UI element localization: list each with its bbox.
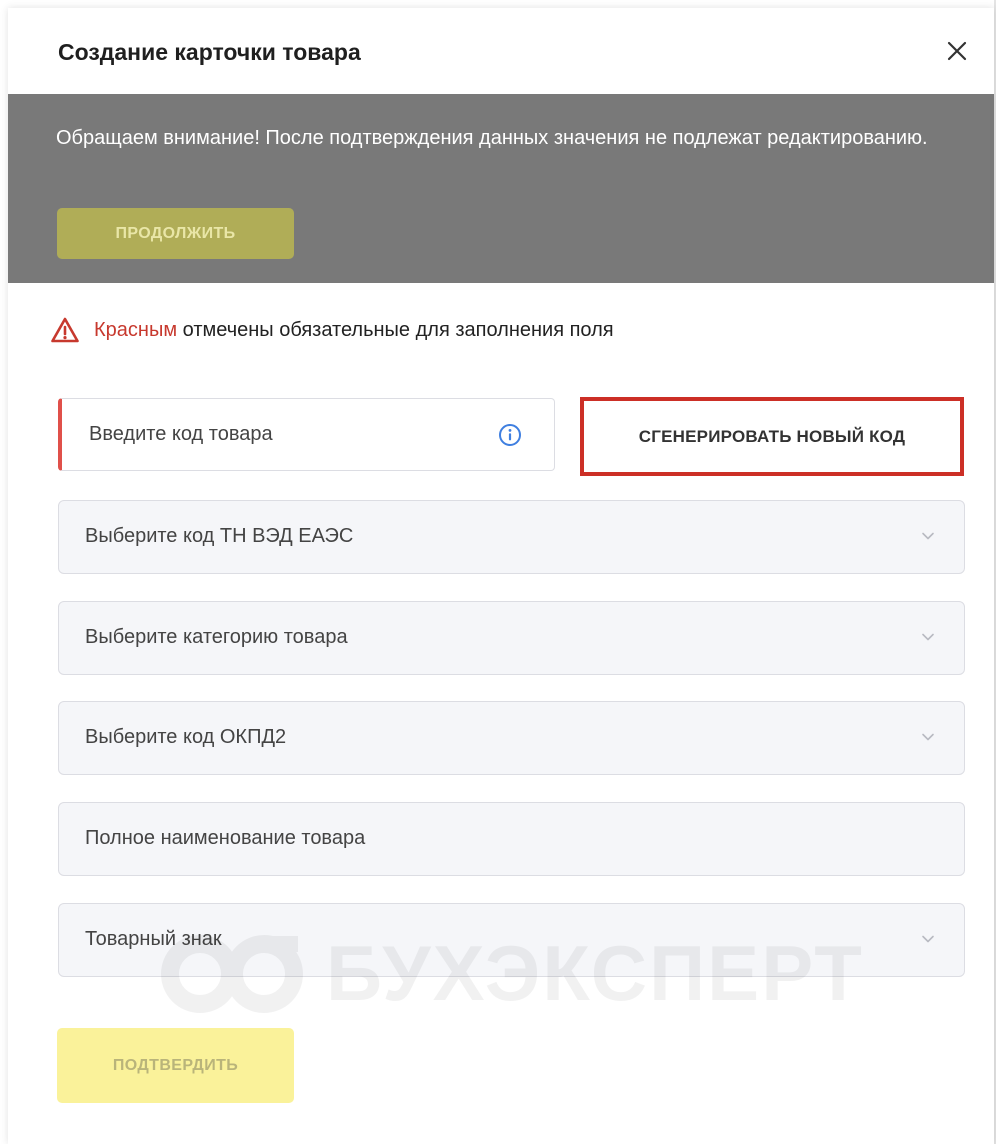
- warning-triangle-icon: [50, 316, 80, 344]
- modal-title: Создание карточки товара: [58, 39, 361, 65]
- product-category-placeholder: Выберите категорию товара: [85, 626, 348, 648]
- chevron-down-icon: [921, 934, 935, 944]
- tnved-code-select[interactable]: Выберите код ТН ВЭД ЕАЭС: [58, 500, 965, 574]
- confirm-button[interactable]: ПОДТВЕРДИТЬ: [57, 1028, 294, 1103]
- trademark-placeholder: Товарный знак: [85, 928, 222, 950]
- notice-text: Обращаем внимание! После подтверждения д…: [56, 127, 928, 149]
- close-button[interactable]: [942, 36, 972, 66]
- okpd2-code-select[interactable]: Выберите код ОКПД2: [58, 701, 965, 775]
- generate-new-code-button[interactable]: СГЕНЕРИРОВАТЬ НОВЫЙ КОД: [580, 397, 964, 476]
- close-icon: [947, 41, 967, 61]
- okpd2-code-placeholder: Выберите код ОКПД2: [85, 726, 287, 748]
- product-code-input[interactable]: Введите код товара: [58, 398, 555, 471]
- continue-button[interactable]: ПРОДОЛЖИТЬ: [57, 208, 294, 259]
- chevron-down-icon: [921, 632, 935, 642]
- full-product-name-input[interactable]: Полное наименование товара: [58, 802, 965, 876]
- required-fields-hint: Красным отмечены обязательные для заполн…: [50, 315, 614, 345]
- tnved-code-placeholder: Выберите код ТН ВЭД ЕАЭС: [85, 525, 354, 547]
- warning-rest: отмечены обязательные для заполнения пол…: [177, 318, 614, 341]
- modal-header: Создание карточки товара: [8, 8, 994, 94]
- confirmation-notice: Обращаем внимание! После подтверждения д…: [8, 94, 994, 283]
- chevron-down-icon: [921, 732, 935, 742]
- product-code-placeholder: Введите код товара: [89, 423, 273, 445]
- warning-highlight: Красным: [94, 318, 178, 341]
- chevron-down-icon: [921, 531, 935, 541]
- product-category-select[interactable]: Выберите категорию товара: [58, 601, 965, 675]
- create-product-card-modal: Создание карточки товара Обращаем вниман…: [8, 8, 994, 1144]
- info-icon[interactable]: [498, 423, 522, 447]
- warning-text: Красным отмечены обязательные для заполн…: [94, 319, 614, 342]
- full-product-name-placeholder: Полное наименование товара: [85, 827, 366, 849]
- trademark-select[interactable]: Товарный знак: [58, 903, 965, 977]
